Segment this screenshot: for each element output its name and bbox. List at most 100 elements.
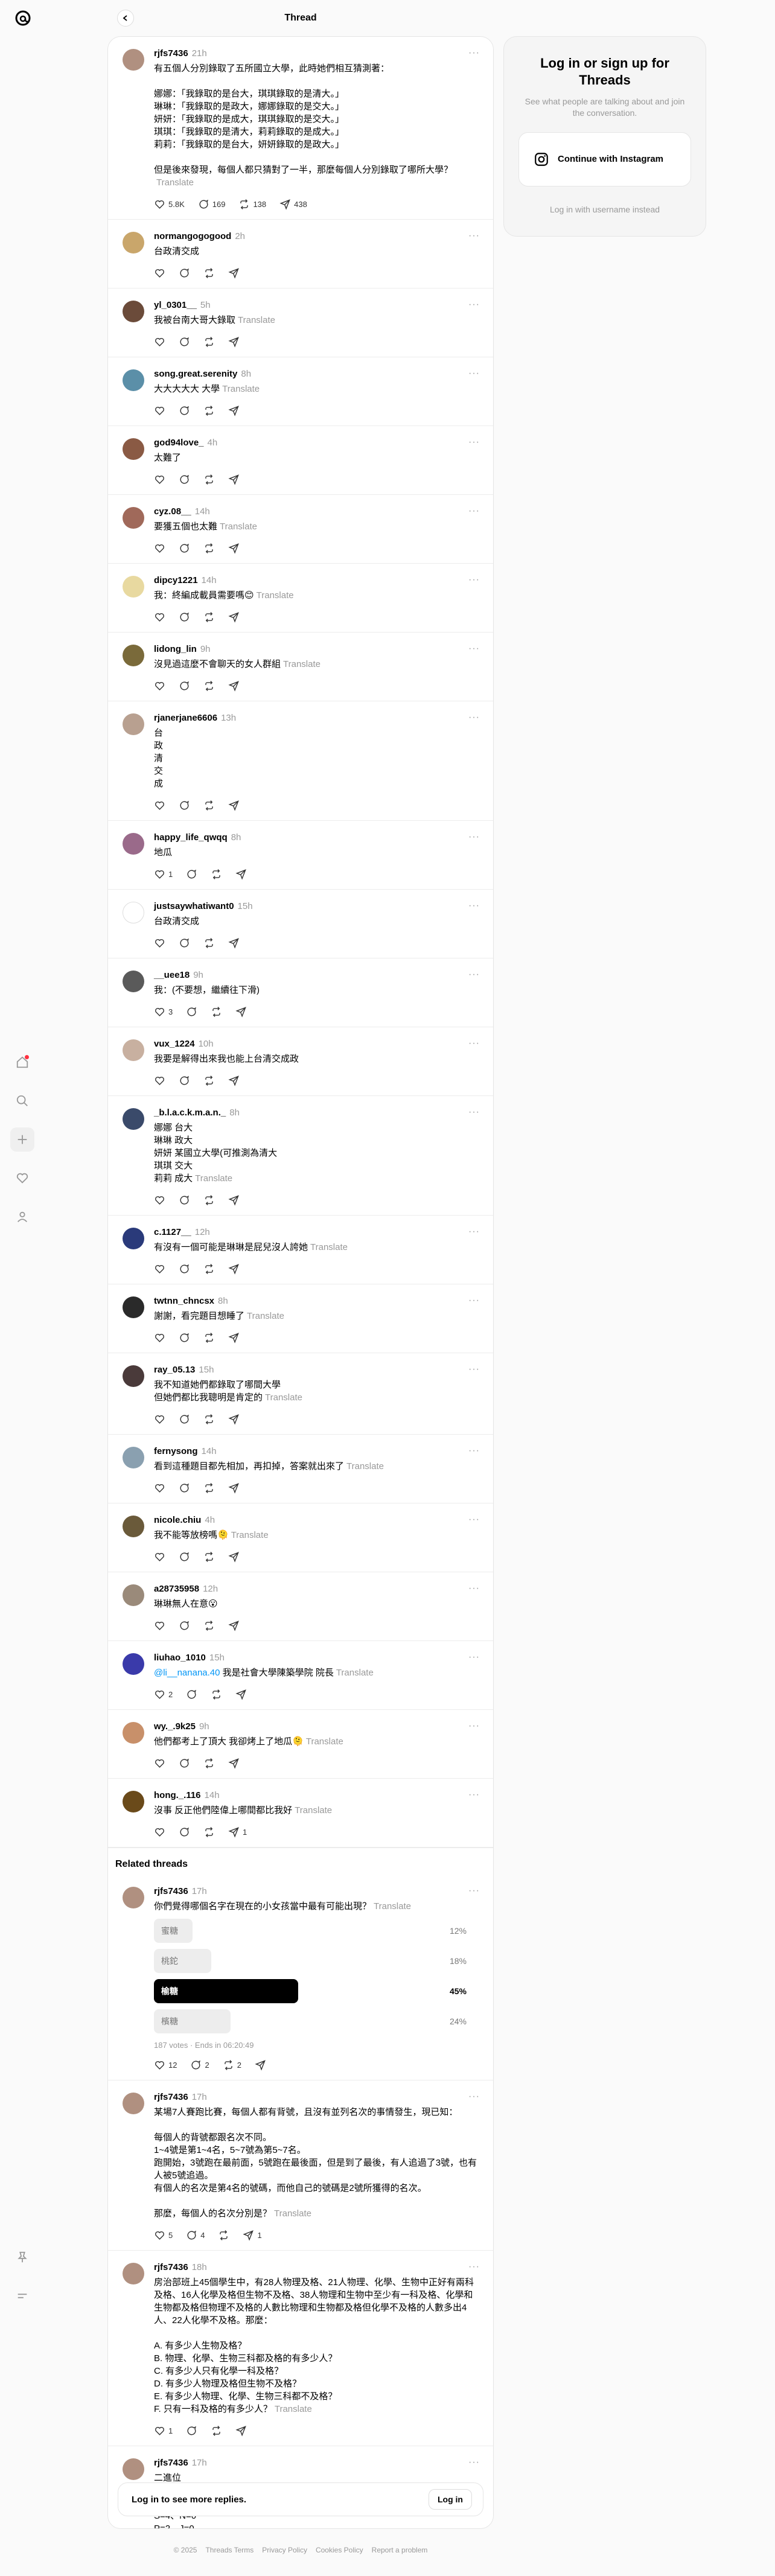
repost-button[interactable] — [203, 1414, 215, 1425]
repost-button[interactable] — [203, 1482, 215, 1494]
username[interactable]: song.great.serenity — [154, 369, 237, 379]
activity-heart-icon[interactable] — [10, 1166, 34, 1190]
username[interactable]: _b.l.a.c.k.m.a.n._ — [154, 1108, 226, 1118]
like-button[interactable] — [154, 543, 165, 554]
more-options-icon[interactable]: ··· — [468, 901, 480, 911]
more-options-icon[interactable]: ··· — [468, 969, 480, 980]
username[interactable]: dipcy1221 — [154, 575, 198, 585]
username[interactable]: twtnn_chncsx — [154, 1296, 214, 1306]
repost-button[interactable] — [203, 1332, 215, 1344]
share-button[interactable] — [228, 1332, 240, 1344]
like-button[interactable] — [154, 1620, 165, 1631]
repost-button[interactable] — [203, 1194, 215, 1206]
repost-button[interactable] — [203, 474, 215, 485]
translate-link[interactable]: Translate — [238, 315, 275, 325]
avatar[interactable] — [123, 1108, 144, 1130]
share-button[interactable] — [228, 937, 240, 949]
avatar[interactable] — [123, 369, 144, 391]
avatar[interactable] — [123, 2263, 144, 2284]
repost-button[interactable] — [203, 800, 215, 811]
repost-button[interactable] — [211, 1689, 222, 1700]
translate-link[interactable]: Translate — [220, 521, 257, 532]
repost-button[interactable] — [203, 1551, 215, 1563]
username[interactable]: rjanerjane6606 — [154, 713, 217, 723]
avatar[interactable] — [123, 232, 144, 253]
poll-option[interactable]: 檳糖 24% — [154, 2009, 474, 2033]
share-button[interactable] — [228, 1414, 240, 1425]
more-options-icon[interactable]: ··· — [468, 1446, 480, 1456]
avatar[interactable] — [123, 49, 144, 71]
reply-button[interactable] — [179, 1075, 190, 1086]
translate-link[interactable]: Translate — [283, 659, 321, 669]
more-options-icon[interactable]: ··· — [468, 1107, 480, 1118]
like-button[interactable] — [154, 611, 165, 623]
username[interactable]: a28735958 — [154, 1584, 199, 1594]
share-button[interactable] — [235, 2425, 247, 2437]
avatar[interactable] — [123, 1365, 144, 1387]
username[interactable]: god94love_ — [154, 438, 204, 448]
reply-button[interactable] — [186, 869, 197, 880]
more-options-icon[interactable]: ··· — [468, 368, 480, 379]
repost-button[interactable] — [211, 2425, 222, 2437]
more-options-icon[interactable]: ··· — [468, 575, 480, 585]
username[interactable]: c.1127__ — [154, 1227, 191, 1237]
avatar[interactable] — [123, 645, 144, 666]
like-button[interactable] — [154, 267, 165, 279]
repost-button[interactable] — [203, 1826, 215, 1838]
translate-link[interactable]: Translate — [222, 384, 260, 394]
reply-button[interactable] — [179, 267, 190, 279]
like-button[interactable]: 5 — [154, 2230, 173, 2241]
reply-button[interactable] — [186, 1689, 197, 1700]
more-options-icon[interactable]: ··· — [468, 437, 480, 448]
like-button[interactable]: 12 — [154, 2059, 177, 2071]
repost-button[interactable] — [203, 1263, 215, 1275]
back-button[interactable] — [117, 10, 134, 27]
more-options-icon[interactable]: ··· — [468, 1295, 480, 1306]
like-button[interactable] — [154, 405, 165, 416]
username[interactable]: yl_0301__ — [154, 300, 197, 310]
repost-button[interactable] — [203, 680, 215, 692]
like-button[interactable]: 1 — [154, 2425, 173, 2437]
translate-link[interactable]: Translate — [310, 1242, 348, 1252]
username[interactable]: normangogogood — [154, 231, 231, 241]
share-button[interactable] — [228, 800, 240, 811]
avatar[interactable] — [123, 713, 144, 735]
repost-button[interactable] — [203, 336, 215, 348]
create-icon[interactable] — [10, 1127, 34, 1152]
footer-link[interactable]: Cookies Policy — [316, 2546, 363, 2554]
avatar[interactable] — [123, 1516, 144, 1537]
username[interactable]: lidong_lin — [154, 644, 197, 654]
avatar[interactable] — [123, 833, 144, 855]
reply-button[interactable] — [179, 1620, 190, 1631]
like-button[interactable] — [154, 474, 165, 485]
avatar[interactable] — [123, 576, 144, 598]
share-button[interactable] — [228, 611, 240, 623]
reply-button[interactable] — [179, 680, 190, 692]
username[interactable]: vux_1224 — [154, 1039, 195, 1049]
translate-link[interactable]: Translate — [156, 177, 194, 188]
more-options-icon[interactable]: ··· — [468, 1514, 480, 1525]
reply-button[interactable] — [186, 1006, 197, 1018]
poll-option[interactable]: 桃鉈 18% — [154, 1949, 474, 1973]
more-options-icon[interactable]: ··· — [468, 832, 480, 843]
translate-link[interactable]: Translate — [346, 1461, 384, 1471]
like-button[interactable] — [154, 1075, 165, 1086]
repost-button[interactable] — [203, 937, 215, 949]
more-options-icon[interactable]: ··· — [468, 231, 480, 241]
translate-link[interactable]: Translate — [306, 1736, 343, 1747]
more-options-icon[interactable]: ··· — [468, 48, 480, 59]
username[interactable]: liuhao_1010 — [154, 1653, 206, 1663]
username[interactable]: rjfs7436 — [154, 2262, 188, 2272]
more-options-icon[interactable]: ··· — [468, 1226, 480, 1237]
avatar[interactable] — [123, 507, 144, 529]
avatar[interactable] — [123, 2093, 144, 2114]
reply-button[interactable] — [179, 937, 190, 949]
footer-link[interactable]: Threads Terms — [205, 2546, 254, 2554]
share-button[interactable] — [228, 1758, 240, 1769]
username[interactable]: ray_05.13 — [154, 1365, 195, 1375]
like-button[interactable] — [154, 1263, 165, 1275]
reply-button[interactable] — [179, 1194, 190, 1206]
avatar[interactable] — [123, 1228, 144, 1249]
repost-button[interactable]: 2 — [223, 2059, 241, 2071]
avatar[interactable] — [123, 1791, 144, 1812]
